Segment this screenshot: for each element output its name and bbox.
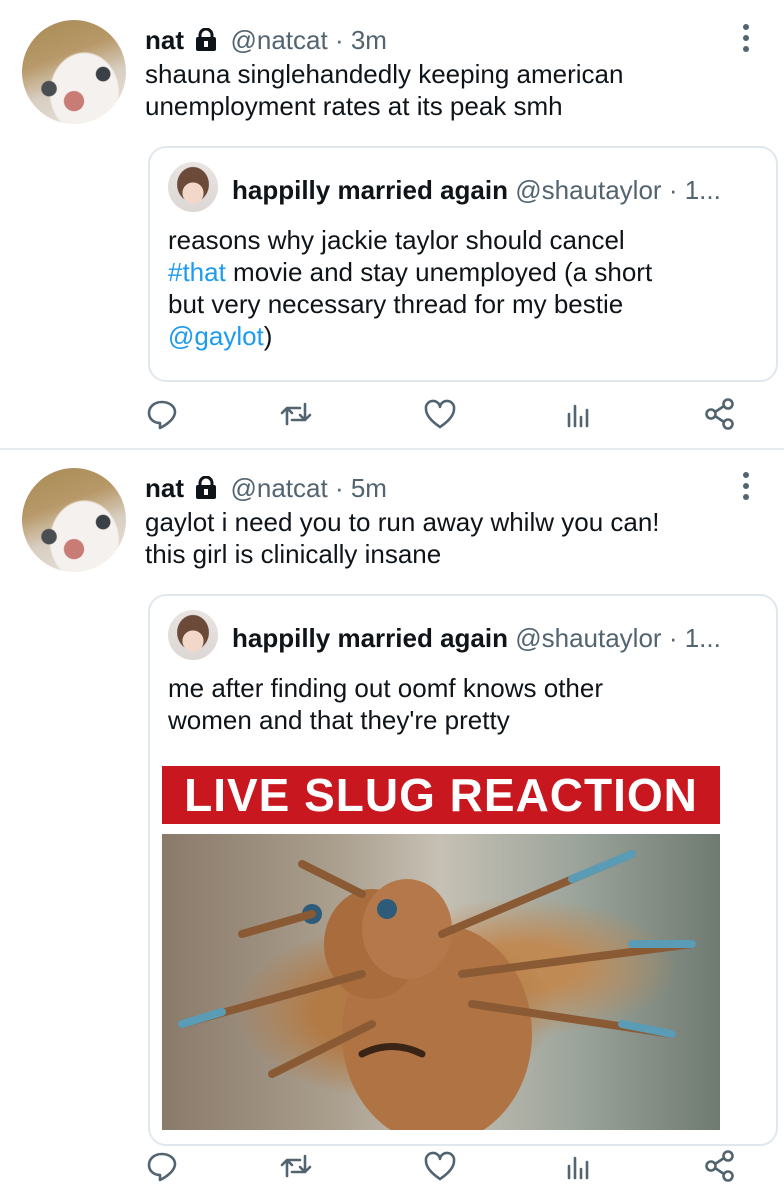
separator: · <box>668 175 678 205</box>
quoted-handle[interactable]: @shautaylor <box>515 623 661 653</box>
slug-illustration <box>178 850 696 1130</box>
retweet-icon <box>280 402 312 426</box>
separator: · <box>668 623 678 653</box>
display-name[interactable]: nat <box>145 25 184 55</box>
quoted-text-line: but very necessary thread for my bestie <box>168 289 624 319</box>
more-icon[interactable] <box>740 24 752 57</box>
quoted-tweet[interactable]: happilly married again @shautaylor · 1..… <box>148 594 778 1146</box>
action-bar <box>0 394 784 434</box>
retweet-button[interactable] <box>276 1146 316 1186</box>
tweet-text-line: this girl is clinically insane <box>145 539 442 569</box>
quoted-text-line: women and that they're pretty <box>168 705 510 735</box>
quoted-text: me after finding out oomf knows other wo… <box>168 672 758 736</box>
tweet[interactable]: nat @natcat · 3m shauna singlehandedly k… <box>0 0 784 450</box>
more-icon[interactable] <box>740 472 752 505</box>
analytics-button[interactable] <box>558 1146 598 1186</box>
tweet[interactable]: nat @natcat · 5m gaylot i need you to ru… <box>0 448 784 1200</box>
reply-button[interactable] <box>142 394 182 434</box>
user-handle[interactable]: @natcat <box>230 473 327 503</box>
tweet-text-line: unemployment rates at its peak smh <box>145 91 563 121</box>
quoted-text-line: @gaylot) <box>168 320 758 352</box>
tweet-text: gaylot i need you to run away whilw you … <box>145 506 660 570</box>
avatar[interactable] <box>22 468 126 572</box>
hashtag-link[interactable]: #that <box>168 257 226 287</box>
reply-icon <box>147 1152 177 1182</box>
separator: · <box>334 473 344 503</box>
share-icon <box>705 398 734 430</box>
lock-icon <box>196 476 217 499</box>
action-bar <box>0 1146 784 1186</box>
quoted-avatar[interactable] <box>168 162 218 212</box>
analytics-icon <box>567 404 589 428</box>
like-icon <box>424 1151 456 1181</box>
mention-link[interactable]: @gaylot <box>168 321 264 351</box>
like-button[interactable] <box>420 394 460 434</box>
retweet-icon <box>280 1154 312 1178</box>
analytics-button[interactable] <box>558 394 598 434</box>
quoted-avatar[interactable] <box>168 610 218 660</box>
retweet-button[interactable] <box>276 394 316 434</box>
quoted-text-segment: movie and stay unemployed (a short <box>225 257 653 287</box>
separator: · <box>334 25 344 55</box>
quoted-text: reasons why jackie taylor should cancel … <box>168 224 758 352</box>
quoted-text-line: reasons why jackie taylor should cancel <box>168 225 625 255</box>
quoted-header: happilly married again @shautaylor · 1..… <box>232 622 721 654</box>
tweet-text: shauna singlehandedly keeping american u… <box>145 58 623 122</box>
reply-button[interactable] <box>142 1146 182 1186</box>
quoted-text-line: me after finding out oomf knows other <box>168 673 604 703</box>
display-name[interactable]: nat <box>145 473 184 503</box>
quoted-handle[interactable]: @shautaylor <box>515 175 661 205</box>
quoted-timestamp: 1... <box>684 623 721 653</box>
share-button[interactable] <box>700 394 740 434</box>
quoted-text-line: #that movie and stay unemployed (a short <box>168 256 758 288</box>
quoted-header: happilly married again @shautaylor · 1..… <box>232 174 721 206</box>
like-button[interactable] <box>420 1146 460 1186</box>
like-icon <box>424 399 456 429</box>
tweet-text-line: shauna singlehandedly keeping american <box>145 59 624 89</box>
analytics-icon <box>567 1156 589 1180</box>
user-handle[interactable]: @natcat <box>230 25 327 55</box>
tweet-header: nat @natcat · 5m <box>145 472 387 504</box>
image-caption-banner: LIVE SLUG REACTION <box>162 766 720 824</box>
quoted-media-image[interactable] <box>162 834 720 1130</box>
quoted-tweet[interactable]: happilly married again @shautaylor · 1..… <box>148 146 778 382</box>
timestamp[interactable]: 5m <box>351 473 387 503</box>
quoted-timestamp: 1... <box>684 175 721 205</box>
tweet-text-line: gaylot i need you to run away whilw you … <box>145 507 660 537</box>
share-button[interactable] <box>700 1146 740 1186</box>
share-icon <box>705 1150 734 1182</box>
reply-icon <box>147 400 177 430</box>
tweet-header: nat @natcat · 3m <box>145 24 387 56</box>
quoted-text-segment: ) <box>263 321 273 351</box>
quoted-display-name[interactable]: happilly married again <box>232 623 508 653</box>
timestamp[interactable]: 3m <box>351 25 387 55</box>
lock-icon <box>196 28 217 51</box>
avatar[interactable] <box>22 20 126 124</box>
quoted-display-name[interactable]: happilly married again <box>232 175 508 205</box>
